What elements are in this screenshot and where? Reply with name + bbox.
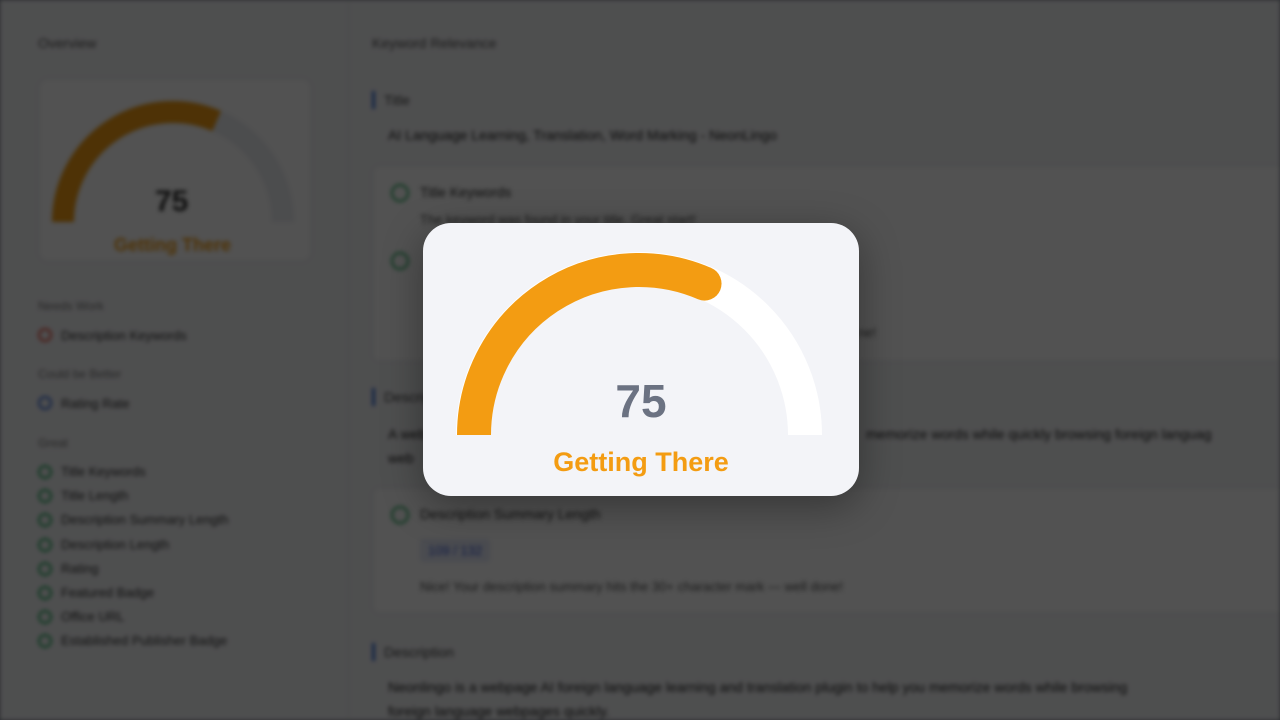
check-description-tail: ne! — [858, 325, 877, 340]
check-icon — [391, 184, 409, 202]
group-could-be-better: Could be Better — [38, 367, 122, 381]
description-line: foreign language webpages quickly. — [388, 703, 610, 719]
sidebar-item[interactable]: Description Summary Length — [61, 512, 229, 527]
status-dot-blue — [38, 396, 52, 410]
overview-score: 75 — [155, 185, 189, 218]
status-dot-green — [38, 634, 52, 648]
sidebar-item[interactable]: Rating Rate — [61, 396, 130, 411]
overview-status: Getting There — [114, 235, 232, 255]
overview-title: Overview — [38, 35, 97, 51]
overview-gauge-fill — [52, 101, 222, 223]
sidebar-item[interactable]: Established Publisher Badge — [61, 633, 227, 648]
score-status-label: Getting There — [553, 447, 729, 477]
score-modal[interactable]: 75 Getting There — [423, 223, 859, 496]
summary-value-line2: web — [388, 450, 414, 466]
score-value: 75 — [615, 375, 667, 427]
status-dot-green — [38, 489, 52, 503]
group-needs-work: Needs Work — [38, 299, 104, 313]
group-great: Great — [38, 436, 69, 450]
check-icon — [391, 506, 409, 524]
status-dot-red — [38, 328, 52, 342]
title-value: AI Language Learning, Translation, Word … — [388, 127, 777, 143]
sidebar-item[interactable]: Title Length — [61, 488, 128, 503]
status-dot-green — [38, 562, 52, 576]
sidebar-item[interactable]: Description Keywords — [61, 328, 187, 343]
column-divider — [348, 0, 349, 720]
status-dot-green — [38, 610, 52, 624]
check-title: Description Summary Length — [420, 506, 601, 522]
sidebar-item[interactable]: Rating — [61, 561, 99, 576]
keyword-relevance-title: Keyword Relevance — [372, 35, 497, 51]
section-accent — [372, 643, 375, 661]
status-dot-green — [38, 465, 52, 479]
sidebar-item[interactable]: Title Keywords — [61, 464, 146, 479]
score-gauge-end-cap — [687, 266, 722, 301]
section-accent — [372, 388, 375, 406]
status-dot-green — [38, 513, 52, 527]
section-accent — [372, 91, 375, 109]
summary-value-middle: memorize words while quickly browsing fo… — [866, 426, 1212, 442]
status-dot-green — [38, 586, 52, 600]
check-description: Nice! Your description summary hits the … — [420, 579, 844, 594]
section-title: Title — [384, 92, 410, 108]
sidebar-item[interactable]: Description Length — [61, 537, 169, 552]
summary-value-start: A web — [388, 426, 427, 442]
description-line: Neonlingo is a webpage AI foreign langua… — [388, 679, 1128, 695]
sidebar-item[interactable]: Featured Badge — [61, 585, 154, 600]
sidebar-item[interactable]: Office URL — [61, 609, 124, 624]
section-title: Description — [384, 644, 455, 660]
check-icon — [391, 252, 409, 270]
check-title: Title Keywords — [420, 184, 512, 200]
character-counter: 109 / 132 — [420, 539, 491, 562]
status-dot-green — [38, 538, 52, 552]
